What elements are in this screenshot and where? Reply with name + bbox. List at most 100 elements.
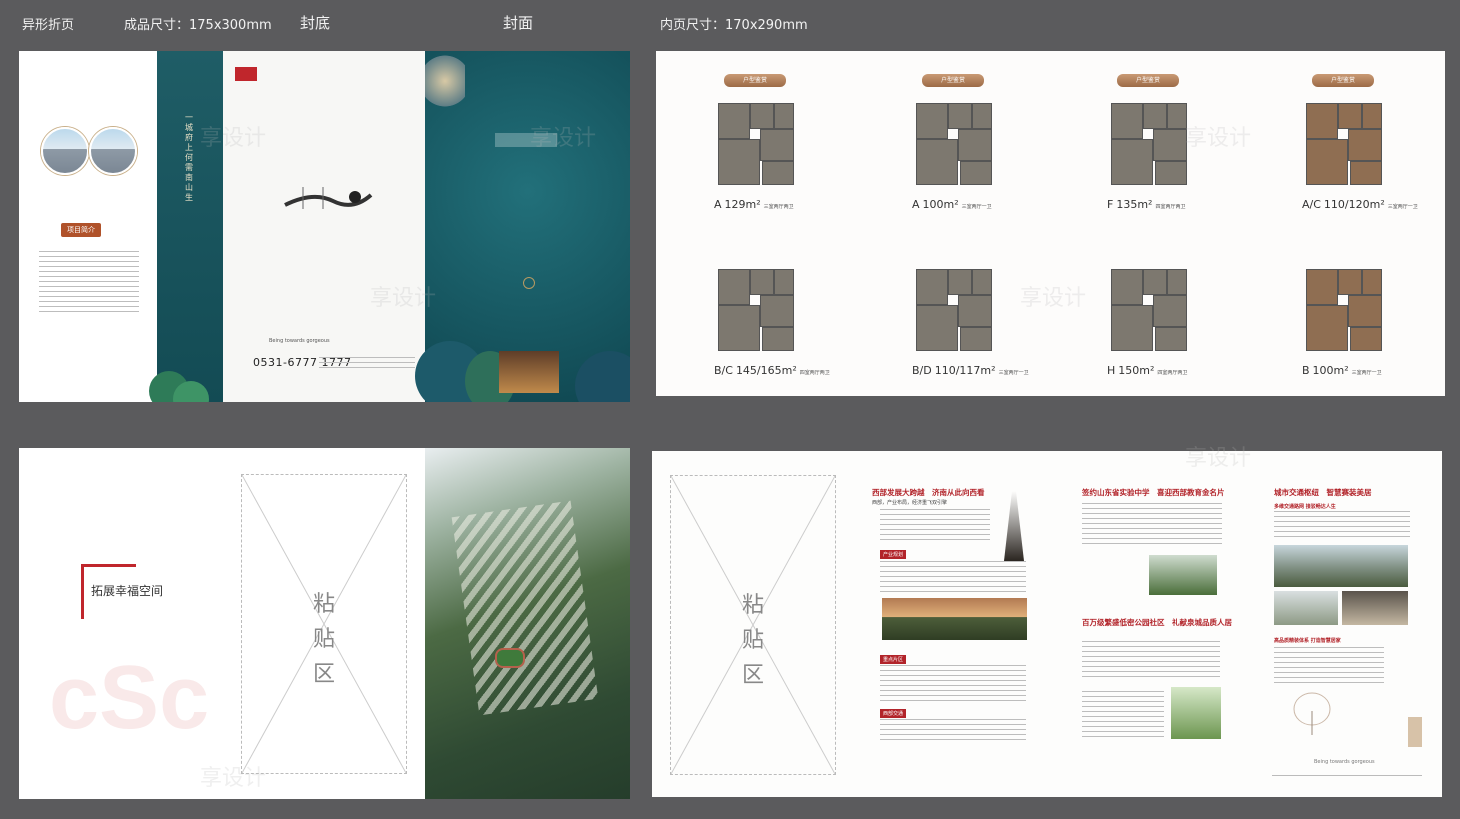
brand-logo <box>235 67 257 81</box>
floorplan-room <box>718 269 750 305</box>
floorplan-code: A/C <box>1302 198 1321 211</box>
col1-body-4 <box>880 719 1026 741</box>
city-skyline-photo <box>882 598 1027 640</box>
floorplan-rooms: 三室两厅一卫 <box>1387 204 1418 210</box>
floorplan-room <box>958 295 992 327</box>
floorplan-caption: A/C 110/120m² 三室两厅一卫 <box>1302 198 1418 211</box>
floorplan-rooms: 四室两厅两卫 <box>799 370 830 376</box>
floorplan-code: A <box>912 198 920 211</box>
col3-heading: 城市交通枢纽 智慧赛装美居 <box>1274 488 1372 497</box>
floorplan-room <box>750 103 774 129</box>
floorplan-room <box>1338 269 1362 295</box>
floorplan-room <box>762 327 794 351</box>
panel-floorplans: 户型鉴赏 A 129m² 三室两厅两卫 户型鉴赏 A 100m² 三室两厅一卫 户型鉴赏 F 135… <box>656 51 1445 396</box>
floorplan-rooms: 三室两厅一卫 <box>998 370 1029 376</box>
col1-heading: 西部发展大跨越 济南从此向西看 <box>872 488 985 497</box>
floorplan-code: H <box>1107 364 1116 377</box>
floorplan-caption: H 150m² 四室两厅两卫 <box>1107 364 1187 377</box>
cover-logo <box>495 133 557 147</box>
floorplan-area: 135m² <box>1116 198 1153 211</box>
floorplan-area: 110/117m² <box>934 364 996 377</box>
floorplan-room <box>1111 103 1143 139</box>
highway-photo <box>1274 545 1408 587</box>
floorplan-room <box>1338 103 1362 129</box>
header-back-cover: 封底 <box>300 14 331 32</box>
project-intro-label: 项目简介 <box>61 223 101 237</box>
col1-body-2 <box>880 561 1026 595</box>
floorplan-rooms: 四室两厅两卫 <box>1157 370 1188 376</box>
floorplan-rooms: 三室两厅一卫 <box>961 204 992 210</box>
floorplan-room <box>1167 269 1187 295</box>
floorplan-room <box>972 103 992 129</box>
floorplan-room <box>1362 269 1382 295</box>
floorplan-code: F <box>1107 198 1114 211</box>
tree-illustration <box>1293 692 1331 735</box>
floorplan-room <box>774 269 794 295</box>
panel-paste-back: 拓展幸福空间 cSc 粘贴区 <box>19 448 630 799</box>
park-photo <box>1171 687 1221 739</box>
col2-body <box>1082 503 1222 545</box>
floorplan-room <box>718 139 760 185</box>
floorplan-code: B/D <box>912 364 932 377</box>
floorplan-area: 129m² <box>724 198 761 211</box>
col1-body <box>880 509 990 543</box>
floorplan-room <box>760 295 794 327</box>
floorplan-room <box>1111 305 1153 351</box>
floorplan-drawing <box>1306 269 1382 351</box>
floorplan-code: B <box>1302 364 1310 377</box>
floorplan-caption: F 135m² 四室两厅两卫 <box>1107 198 1185 211</box>
col1-tag-1: 产业规划 <box>880 550 907 559</box>
back-cover: Being towards gorgeous 0531-6777 1777 <box>223 51 425 402</box>
floorplan-drawing <box>1306 103 1382 185</box>
cover-emblem <box>523 277 535 289</box>
floorplan-room <box>718 103 750 139</box>
floorplan-room <box>1306 139 1348 185</box>
floorplan-room <box>1348 295 1382 327</box>
paste-area-box: 粘贴区 <box>241 474 407 774</box>
floorplan-area: 100m² <box>1312 364 1349 377</box>
floorplan-room <box>916 103 948 139</box>
col3-subheading-1: 多维交通路网 接驳畅达人生 <box>1274 504 1336 510</box>
floorplan-room <box>1153 129 1187 161</box>
inner-footer-slogan: Being towards gorgeous <box>1314 759 1375 765</box>
header-front-cover: 封面 <box>503 14 534 32</box>
floorplan-room <box>948 103 972 129</box>
col2-heading-2: 百万级繁盛低密公园社区 礼献泉城品质人居 <box>1082 618 1232 627</box>
floorplan-room <box>1306 269 1338 305</box>
floorplan-room <box>1111 269 1143 305</box>
col2-body-2 <box>1082 641 1220 681</box>
header-irregular-fold: 异形折页 <box>22 18 75 33</box>
floorplan-room <box>960 161 992 185</box>
location-map <box>284 187 373 209</box>
col3-body <box>1274 511 1410 541</box>
col1-tag-3: 西部交通 <box>880 709 907 718</box>
floorplan-drawing <box>718 103 794 185</box>
floorplan-area: 110/120m² <box>1323 198 1385 211</box>
floorplan-room <box>1362 103 1382 129</box>
vase-decoration <box>1004 491 1024 561</box>
col1-subheading: 西部，产业布局，经济重飞双引擎 <box>872 500 948 506</box>
floorplan-room <box>972 269 992 295</box>
floorplan-area: 150m² <box>1118 364 1155 377</box>
floorplan-room <box>1143 269 1167 295</box>
front-cover <box>415 51 630 402</box>
floorplan-tag: 户型鉴赏 <box>724 74 786 87</box>
floorplan-caption: A 100m² 三室两厅一卫 <box>912 198 992 211</box>
floorplan-room <box>948 269 972 295</box>
floorplan-rooms: 三室两厅两卫 <box>763 204 794 210</box>
tower-decoration <box>1408 717 1422 747</box>
paste-area-label: 粘贴区 <box>741 593 764 688</box>
floorplan-drawing <box>916 103 992 185</box>
floorplan-room <box>1167 103 1187 129</box>
paste-area-label: 粘贴区 <box>312 592 335 687</box>
vertical-slogan: 一城府上 何需南山生 <box>185 113 201 202</box>
address-text <box>319 357 415 371</box>
intro-flap: 项目简介 <box>19 51 157 402</box>
floorplan-room <box>718 305 760 351</box>
panel-cover-spread: 项目简介 一城府上 何需南山生 Being towards gorgeous 0… <box>19 51 630 402</box>
aerial-view-photo <box>425 448 630 799</box>
floorplan-room <box>1348 129 1382 161</box>
floorplan-room <box>760 129 794 161</box>
sports-field <box>495 648 525 668</box>
residential-blocks <box>451 500 599 716</box>
